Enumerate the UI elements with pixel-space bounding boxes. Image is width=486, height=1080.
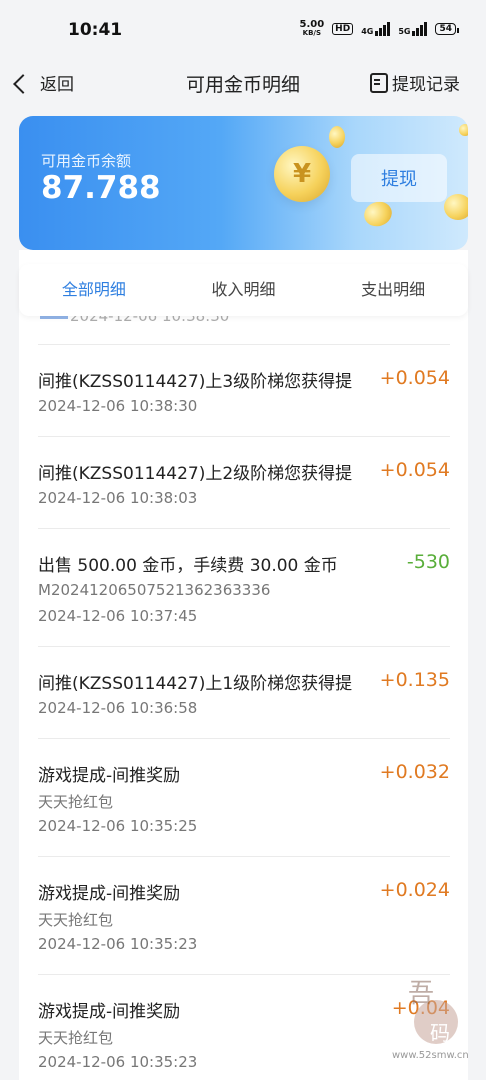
balance-value: 87.788 xyxy=(41,170,161,206)
transaction-amount: +0.032 xyxy=(379,761,450,783)
status-time: 10:41 xyxy=(68,20,123,40)
coin-icon xyxy=(360,197,396,231)
withdraw-button[interactable]: 提现 xyxy=(351,154,447,202)
transaction-amount: -530 xyxy=(406,551,450,573)
transaction-time: 2024-12-06 10:35:25 xyxy=(38,817,198,835)
document-icon xyxy=(370,72,388,93)
tab-all[interactable]: 全部明细 xyxy=(19,264,169,316)
transaction-row[interactable]: 间推(KZSS0114427)上2级阶梯您获得提 +0.054 2024-12-… xyxy=(38,436,450,529)
transaction-row[interactable]: 游戏提成-间推奖励 +0.032 天天抢红包 2024-12-06 10:35:… xyxy=(38,738,450,857)
battery-icon: 54 xyxy=(435,23,459,35)
status-icons: 5.00 KB/S HD 4G 5G 54 xyxy=(299,19,459,38)
transaction-time: 2024-12-06 10:35:23 xyxy=(38,1053,198,1071)
transaction-source: 天天抢红包 xyxy=(38,1029,114,1047)
svg-text:吾: 吾 xyxy=(408,979,434,1009)
nav-bar: 返回 可用金币明细 提现记录 xyxy=(0,60,486,108)
transaction-desc: 游戏提成-间推奖励 xyxy=(38,1002,181,1022)
transaction-time: 2024-12-06 10:38:03 xyxy=(38,489,198,507)
hd-icon: HD xyxy=(332,23,354,35)
coin-icon xyxy=(459,124,468,136)
transaction-time: 2024-12-06 10:35:23 xyxy=(38,935,198,953)
transaction-time: 2024-12-06 10:37:45 xyxy=(38,607,198,625)
transaction-row[interactable]: 间推(KZSS0114427)上3级阶梯您获得提 +0.054 2024-12-… xyxy=(38,344,450,437)
transaction-desc: 间推(KZSS0114427)上3级阶梯您获得提 xyxy=(38,372,353,392)
transaction-time: 2024-12-06 10:36:58 xyxy=(38,699,198,717)
transaction-order-no: M20241206507521362363336 xyxy=(38,581,271,599)
svg-text:码: 码 xyxy=(430,1021,450,1045)
coin-icon: ¥ xyxy=(274,146,330,202)
transaction-desc: 游戏提成-间推奖励 xyxy=(38,766,181,786)
watermark-site: www.52smw.cn xyxy=(392,1050,469,1061)
status-bar: 10:41 5.00 KB/S HD 4G 5G 54 xyxy=(0,0,486,60)
transaction-amount: +0.054 xyxy=(379,367,450,389)
transaction-row[interactable]: 游戏提成-间推奖励 +0.024 天天抢红包 2024-12-06 10:35:… xyxy=(38,856,450,975)
transaction-source: 天天抢红包 xyxy=(38,793,114,811)
detail-tabs: 全部明细 收入明细 支出明细 xyxy=(19,264,468,316)
transaction-row[interactable]: 间推(KZSS0114427)上1级阶梯您获得提 +0.135 2024-12-… xyxy=(38,646,450,739)
network-speed: 5.00 KB/S xyxy=(299,19,325,38)
transaction-row[interactable]: 出售 500.00 金币，手续费 30.00 金币 -530 M20241206… xyxy=(38,528,450,647)
transaction-desc: 游戏提成-间推奖励 xyxy=(38,884,181,904)
balance-card: 可用金币余额 87.788 ¥ 提现 xyxy=(19,116,468,250)
transaction-desc: 间推(KZSS0114427)上2级阶梯您获得提 xyxy=(38,464,353,484)
watermark-logo: 吾 码 xyxy=(408,979,458,1045)
balance-label: 可用金币余额 xyxy=(41,152,132,170)
signal-5g-icon: 5G xyxy=(398,22,428,36)
tab-income[interactable]: 收入明细 xyxy=(169,264,319,316)
withdraw-records-label: 提现记录 xyxy=(392,75,460,95)
tab-expense[interactable]: 支出明细 xyxy=(318,264,468,316)
transaction-desc: 间推(KZSS0114427)上1级阶梯您获得提 xyxy=(38,674,353,694)
coin-icon xyxy=(329,126,345,148)
signal-4g-icon: 4G xyxy=(361,22,391,36)
transaction-time: 2024-12-06 10:38:30 xyxy=(38,397,198,415)
transaction-desc: 出售 500.00 金币，手续费 30.00 金币 xyxy=(38,556,338,576)
transaction-amount: +0.054 xyxy=(379,459,450,481)
withdraw-records-button[interactable]: 提现记录 xyxy=(370,70,460,95)
transaction-source: 天天抢红包 xyxy=(38,911,114,929)
transaction-list[interactable]: 2024-12-06 10:38:30 间推(KZSS0114427)上3级阶梯… xyxy=(19,250,468,1080)
transaction-amount: +0.024 xyxy=(379,879,450,901)
coin-icon xyxy=(444,194,468,220)
transaction-amount: +0.135 xyxy=(379,669,450,691)
